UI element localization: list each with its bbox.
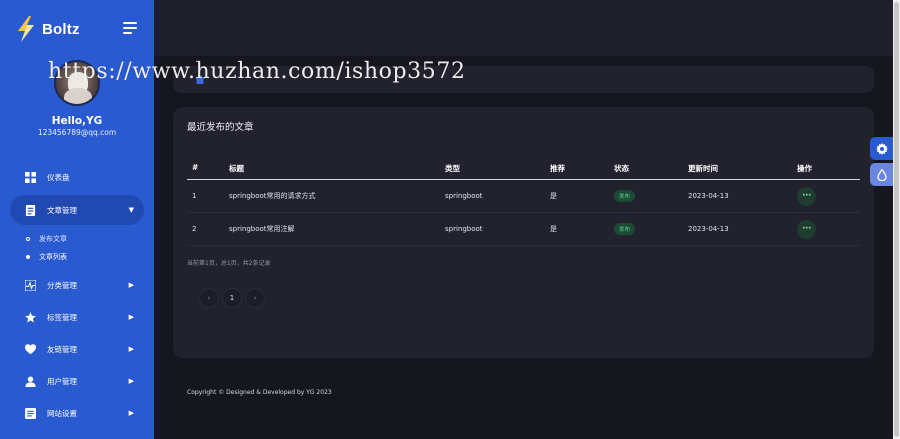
user-email: 123456789@qq.com: [37, 128, 117, 137]
row-updated: 2023-04-13: [688, 225, 729, 233]
star-icon: [24, 311, 36, 323]
column-header: 推荐: [550, 164, 565, 173]
next-page-button[interactable]: ›: [245, 288, 265, 308]
page-1-button[interactable]: 1: [222, 288, 242, 308]
hamburger-menu-icon[interactable]: [123, 22, 137, 34]
row-recommended: 是: [550, 225, 557, 233]
gear-icon: [875, 142, 888, 155]
footer-copyright: Copyright © Designed & Developed by YG 2…: [187, 389, 332, 396]
row-updated: 2023-04-13: [688, 192, 729, 200]
home-icon[interactable]: [195, 75, 205, 84]
row-actions: ···: [797, 213, 816, 245]
sidebar-item-label: 标签管理: [47, 312, 77, 322]
pagination: ‹ 1 ›: [199, 288, 268, 308]
column-header: 更新时间: [688, 164, 718, 173]
sidebar-item-categories[interactable]: 分类管理 ▶: [10, 270, 144, 300]
sidebar-item-label: 用户管理: [47, 376, 77, 386]
drop-icon: [876, 168, 887, 181]
more-actions-button[interactable]: ···: [797, 186, 816, 206]
row-status: 发布: [614, 180, 636, 212]
sidebar-item-label: 分类管理: [47, 280, 77, 290]
sidebar-item-label: 仪表盘: [47, 172, 70, 182]
sidebar-item-label: 友链管理: [47, 344, 77, 354]
caret-right-icon: ▶: [128, 377, 134, 385]
column-header: 操作: [797, 164, 812, 173]
status-badge: 发布: [614, 223, 636, 235]
sidebar-item-label: 网站设置: [47, 408, 77, 418]
settings-float-button[interactable]: [870, 137, 893, 160]
row-id: 1: [192, 192, 197, 200]
sidebar-item-dashboard[interactable]: 仪表盘: [10, 162, 144, 192]
table-row: 1 springboot常用的请求方式 springboot 是 发布 2023…: [187, 180, 860, 213]
table-header: # 标题 类型 推荐 状态 更新时间 操作: [187, 159, 860, 180]
row-id: 2: [192, 225, 197, 233]
column-header: #: [192, 163, 199, 172]
user-greeting: Hello,YG: [51, 115, 103, 127]
row-title[interactable]: springboot常用注解: [229, 213, 295, 245]
row-type: springboot: [445, 192, 483, 200]
row-status: 发布: [614, 213, 636, 245]
recent-articles-card: 最近发布的文章 # 标题 类型 推荐 状态 更新时间 操作 1 springbo…: [173, 107, 874, 358]
sidebar-subitem-list[interactable]: 文章列表: [26, 252, 67, 262]
brand-name: Boltz: [42, 20, 80, 38]
settings-list-icon: [24, 407, 36, 419]
caret-right-icon: ▶: [128, 313, 134, 321]
status-badge: 发布: [614, 190, 636, 202]
theme-float-button[interactable]: [870, 163, 893, 186]
prev-page-button[interactable]: ‹: [199, 288, 219, 308]
user-icon: [24, 375, 36, 387]
sidebar-item-users[interactable]: 用户管理 ▶: [10, 366, 144, 396]
breadcrumb: [173, 66, 874, 93]
lightning-bolt-icon: [18, 16, 34, 42]
document-icon: [24, 204, 36, 216]
grid-icon: [24, 171, 36, 183]
row-actions: ···: [797, 180, 816, 212]
articles-table: # 标题 类型 推荐 状态 更新时间 操作 1 springboot常用的请求方…: [187, 159, 860, 246]
circle-icon: [26, 237, 30, 241]
column-header: 状态: [614, 164, 629, 173]
brand[interactable]: Boltz: [16, 16, 80, 42]
caret-right-icon: ▶: [128, 409, 134, 417]
caret-right-icon: ▶: [128, 345, 134, 353]
sidebar-item-tags[interactable]: 标签管理 ▶: [10, 302, 144, 332]
sidebar-item-links[interactable]: 友链管理 ▶: [10, 334, 144, 364]
more-actions-button[interactable]: ···: [797, 219, 816, 239]
circle-icon: [26, 255, 30, 259]
row-title[interactable]: springboot常用的请求方式: [229, 180, 316, 212]
table-row: 2 springboot常用注解 springboot 是 发布 2023-04…: [187, 213, 860, 246]
heart-icon: [24, 343, 36, 355]
sidebar-subitem-label: 文章列表: [39, 253, 67, 261]
sidebar-item-label: 文章管理: [47, 205, 77, 215]
top-header: [154, 0, 893, 56]
pulse-icon: [24, 279, 36, 291]
row-recommended: 是: [550, 192, 557, 200]
column-header: 类型: [445, 164, 460, 173]
pagination-info: 当前第1页，总1页，共2条记录: [187, 260, 271, 267]
scrollbar-thumb[interactable]: [894, 2, 899, 437]
sidebar-subitem-publish[interactable]: 发布文章: [26, 234, 67, 244]
sidebar: Boltz Hello,YG 123456789@qq.com 仪表盘 文章管理…: [0, 0, 154, 439]
caret-down-icon: ▼: [128, 206, 134, 214]
avatar[interactable]: [54, 60, 100, 106]
sidebar-item-site[interactable]: 网站设置 ▶: [10, 398, 144, 428]
row-type: springboot: [445, 225, 483, 233]
caret-right-icon: ▶: [128, 281, 134, 289]
card-title: 最近发布的文章: [187, 122, 254, 133]
column-header: 标题: [229, 164, 244, 173]
page-scrollbar[interactable]: [893, 0, 900, 439]
sidebar-item-articles[interactable]: 文章管理 ▼: [10, 195, 144, 225]
sidebar-subitem-label: 发布文章: [39, 235, 67, 243]
